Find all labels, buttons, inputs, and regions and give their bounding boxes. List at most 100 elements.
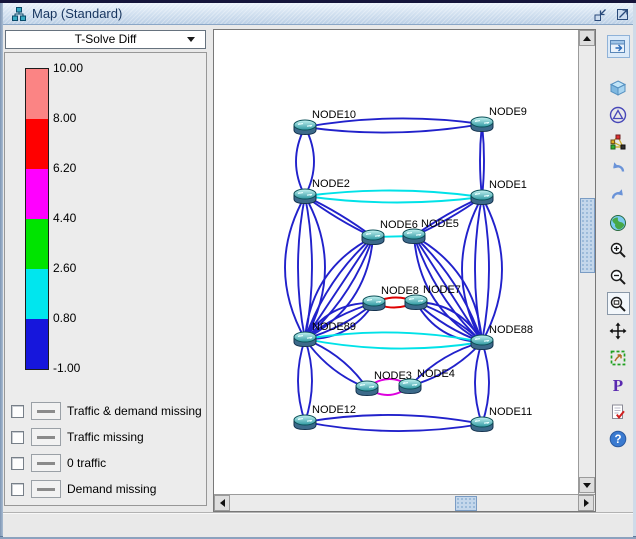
node-label: NODE88 [489,324,533,336]
node-node4[interactable] [399,379,421,394]
view-mode-value: T-Solve Diff [75,32,137,46]
edge-node89-node12[interactable] [298,339,305,422]
edge-node9-node1[interactable] [480,124,482,197]
cube-icon[interactable] [607,76,630,99]
scroll-left-button[interactable] [214,495,230,511]
topology-graph[interactable]: NODE10NODE9NODE2NODE1NODE6NODE5NODE8NODE… [214,30,578,494]
svg-text:?: ? [614,434,621,446]
window-border-left [0,3,3,536]
map-viewport: NODE10NODE9NODE2NODE1NODE6NODE5NODE8NODE… [213,29,596,512]
window-title: Map (Standard) [32,3,122,25]
node-node89[interactable] [294,332,316,347]
maximize-window-icon[interactable] [614,6,631,23]
edge-node9-node1[interactable] [482,124,484,197]
pan-icon[interactable] [607,319,630,342]
scale-segment [26,219,48,269]
scale-boundary-label: 6.20 [53,161,113,175]
map-toolbar: P? [602,33,634,452]
help-icon[interactable]: ? [607,427,630,450]
edge-node12-node11[interactable] [305,422,482,431]
view-mode-dropdown[interactable]: T-Solve Diff [5,30,206,49]
redo-icon[interactable] [607,184,630,207]
horizontal-scrollbar[interactable] [214,494,595,511]
node-node7[interactable] [405,295,427,310]
node-node6[interactable] [362,230,384,245]
node-label: NODE1 [489,179,527,191]
edge-node89-node88[interactable] [305,332,482,342]
zoom-in-icon[interactable] [607,238,630,261]
node-node3[interactable] [356,381,378,396]
legend-label: Demand missing [67,482,156,496]
node-node10[interactable] [294,120,316,135]
p-letter-icon[interactable]: P [607,373,630,396]
edge-node2-node1[interactable] [305,196,482,203]
left-arrow-icon [220,499,225,507]
node-label: NODE4 [417,368,455,380]
traffic-missing-checkbox[interactable] [11,431,24,444]
node-node5[interactable] [403,229,425,244]
up-arrow-icon [583,36,591,41]
node-node12[interactable] [294,415,316,430]
globe-icon[interactable] [607,211,630,234]
traffic-missing-color-button[interactable] [31,428,61,446]
node-node11[interactable] [471,417,493,432]
zero-traffic-color-button[interactable] [31,454,61,472]
legend-row-traffic-missing: Traffic missing [11,427,144,447]
zero-traffic-checkbox[interactable] [11,457,24,470]
node-node88[interactable] [471,335,493,350]
vertical-scrollbar[interactable] [578,30,595,494]
edge-node10-node9[interactable] [305,124,482,133]
node-node1[interactable] [471,190,493,205]
edge-node2-node89[interactable] [298,196,305,339]
detach-panel-icon[interactable] [607,35,630,58]
scale-boundary-label: 2.60 [53,261,113,275]
network-layout-icon[interactable] [607,130,630,153]
window-titlebar[interactable]: Map (Standard) [3,3,633,25]
legend-row-zero-traffic: 0 traffic [11,453,106,473]
scale-segment [26,319,48,369]
fit-selection-icon[interactable] [607,346,630,369]
traffic-demand-missing-checkbox[interactable] [11,405,24,418]
color-line [37,462,55,465]
legend-panel: 10.008.006.204.402.600.80-1.00 Traffic &… [4,52,207,506]
scroll-down-button[interactable] [579,477,595,493]
report-icon[interactable] [607,400,630,423]
demand-missing-color-button[interactable] [31,480,61,498]
down-arrow-icon [583,483,591,488]
node-node9[interactable] [471,117,493,132]
node-label: NODE2 [312,178,350,190]
zoom-region-icon[interactable] [607,292,630,315]
edge-node1-node88[interactable] [482,197,489,342]
scale-segment [26,269,48,319]
demand-missing-checkbox[interactable] [11,483,24,496]
scale-boundary-label: -1.00 [53,361,113,375]
delta-icon[interactable] [607,103,630,126]
scroll-right-button[interactable] [578,495,594,511]
node-label: NODE11 [489,406,532,418]
edge-node12-node11[interactable] [305,415,482,424]
edge-node88-node11[interactable] [482,342,489,424]
edge-node88-node11[interactable] [475,342,482,424]
legend-row-demand-missing: Demand missing [11,479,156,499]
zoom-out-icon[interactable] [607,265,630,288]
legend-label: Traffic missing [67,430,144,444]
scroll-up-button[interactable] [579,30,595,46]
traffic-demand-missing-color-button[interactable] [31,402,61,420]
svg-text:P: P [613,376,623,395]
chevron-down-icon [187,37,195,42]
edge-node2-node1[interactable] [305,190,482,197]
map-window: Map (Standard) T-Solve Diff 10.008.006.2… [0,0,636,539]
horizontal-scroll-thumb[interactable] [455,496,477,511]
edge-node10-node2[interactable] [296,127,305,196]
undo-icon[interactable] [607,157,630,180]
vertical-scroll-thumb[interactable] [580,198,595,273]
scale-boundary-label: 10.00 [53,61,113,75]
restore-window-icon[interactable] [592,6,609,23]
edge-node89-node88[interactable] [305,339,482,349]
node-label: NODE7 [423,284,461,296]
edge-node89-node12[interactable] [305,339,312,422]
scale-segment [26,169,48,219]
color-scale [25,68,49,370]
node-node2[interactable] [294,189,316,204]
node-node8[interactable] [363,296,385,311]
